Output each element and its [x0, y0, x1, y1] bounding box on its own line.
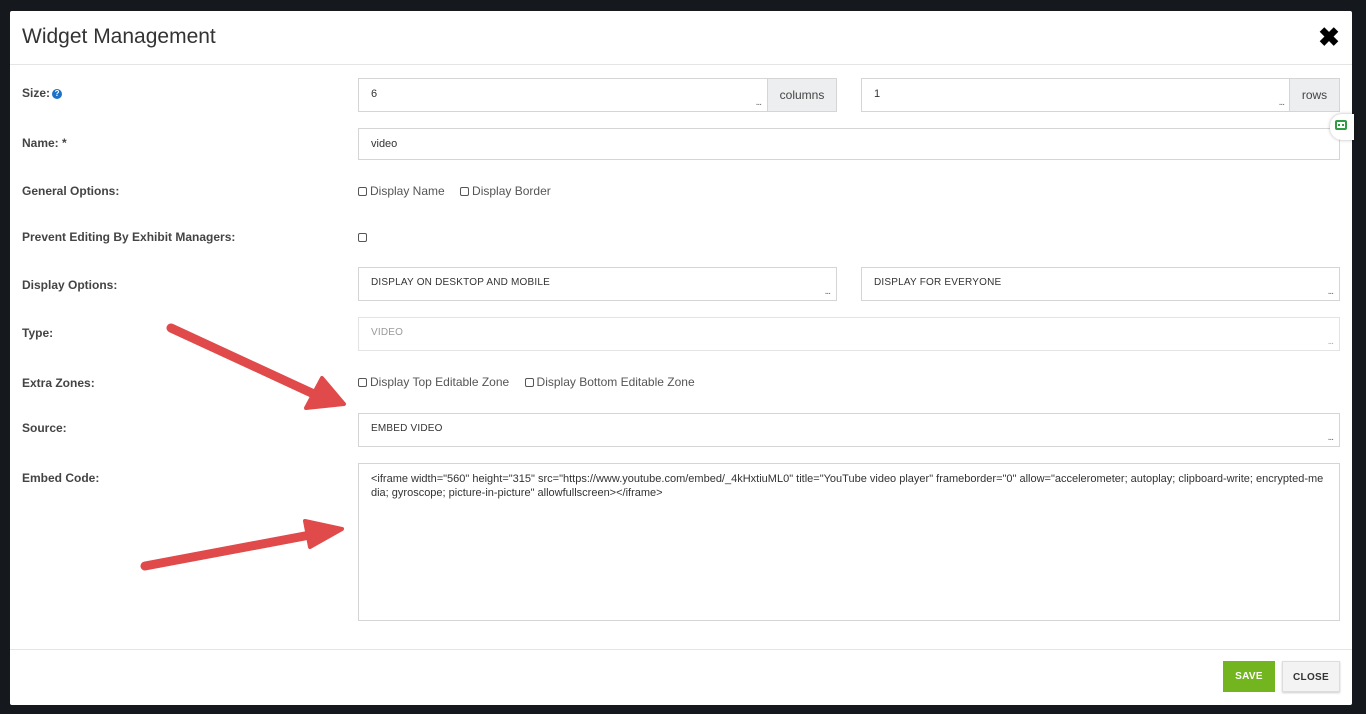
top-zone-text: Display Top Editable Zone: [370, 375, 510, 389]
widget-management-modal: Widget Management ✖ Size:? 6 ... columns…: [10, 11, 1352, 705]
source-value: EMBED VIDEO: [371, 423, 443, 434]
display-options-label: Display Options:: [22, 278, 118, 292]
source-select[interactable]: EMBED VIDEO ...: [358, 413, 1340, 447]
ellipsis-icon: ...: [1327, 286, 1334, 297]
ellipsis-icon: ...: [755, 97, 762, 108]
ellipsis-icon: ...: [1327, 432, 1334, 443]
prevent-editing-checkbox[interactable]: [358, 233, 367, 242]
prevent-editing-check: [358, 230, 370, 244]
prevent-editing-label: Prevent Editing By Exhibit Managers:: [22, 230, 236, 244]
top-zone-checkbox[interactable]: Display Top Editable Zone: [358, 375, 509, 389]
display-device-select[interactable]: DISPLAY ON DESKTOP AND MOBILE ...: [358, 267, 837, 301]
display-name-checkbox[interactable]: Display Name: [358, 184, 445, 198]
columns-addon: columns: [767, 78, 837, 112]
embed-code-textarea[interactable]: <iframe width="560" height="315" src="ht…: [358, 463, 1340, 621]
close-button[interactable]: CLOSE: [1282, 661, 1340, 692]
display-border-text: Display Border: [472, 184, 551, 198]
name-value: video: [371, 138, 398, 150]
chat-bot-icon: [1335, 120, 1347, 130]
ellipsis-icon: ...: [1278, 97, 1285, 108]
ellipsis-icon: ...: [824, 286, 831, 297]
checkbox-icon[interactable]: [460, 187, 470, 196]
bottom-zone-checkbox[interactable]: Display Bottom Editable Zone: [524, 375, 695, 389]
display-name-text: Display Name: [370, 184, 445, 198]
modal-title: Widget Management: [22, 25, 216, 48]
size-label-text: Size:: [22, 86, 51, 100]
source-label: Source:: [22, 421, 67, 435]
help-icon[interactable]: ?: [52, 88, 63, 99]
embed-code-label: Embed Code:: [22, 471, 100, 485]
display-audience-select[interactable]: DISPLAY FOR EVERYONE ...: [861, 267, 1340, 301]
size-label: Size:?: [22, 86, 63, 100]
modal-header: Widget Management ✖: [10, 11, 1352, 65]
ellipsis-icon: ...: [1327, 336, 1334, 347]
name-label: Name: *: [22, 136, 67, 150]
side-chat-widget[interactable]: [1330, 114, 1354, 140]
size-rows-input[interactable]: 1 ...: [861, 78, 1291, 112]
rows-addon: rows: [1289, 78, 1340, 112]
display-audience-value: DISPLAY FOR EVERYONE: [874, 277, 1002, 288]
checkbox-icon[interactable]: [358, 378, 367, 387]
size-rows-value: 1: [874, 88, 881, 100]
size-columns-value: 6: [371, 88, 378, 100]
bottom-zone-text: Display Bottom Editable Zone: [536, 375, 695, 389]
modal-footer: SAVE CLOSE: [10, 649, 1352, 705]
extra-zones-label: Extra Zones:: [22, 376, 95, 390]
extra-zones-checks: Display Top Editable Zone Display Bottom…: [358, 375, 707, 389]
display-border-checkbox[interactable]: Display Border: [460, 184, 551, 198]
general-options-label: General Options:: [22, 184, 120, 198]
close-icon[interactable]: ✖: [1318, 24, 1340, 50]
general-options-checks: Display Name Display Border: [358, 184, 563, 198]
save-button[interactable]: SAVE: [1223, 661, 1275, 692]
name-input[interactable]: video: [358, 128, 1340, 160]
checkbox-icon[interactable]: [358, 187, 367, 196]
size-columns-input[interactable]: 6 ...: [358, 78, 768, 112]
display-device-value: DISPLAY ON DESKTOP AND MOBILE: [371, 277, 551, 288]
type-select[interactable]: VIDEO ...: [358, 317, 1340, 351]
checkbox-icon[interactable]: [524, 378, 534, 387]
type-value: VIDEO: [371, 327, 404, 338]
type-label: Type:: [22, 326, 54, 340]
